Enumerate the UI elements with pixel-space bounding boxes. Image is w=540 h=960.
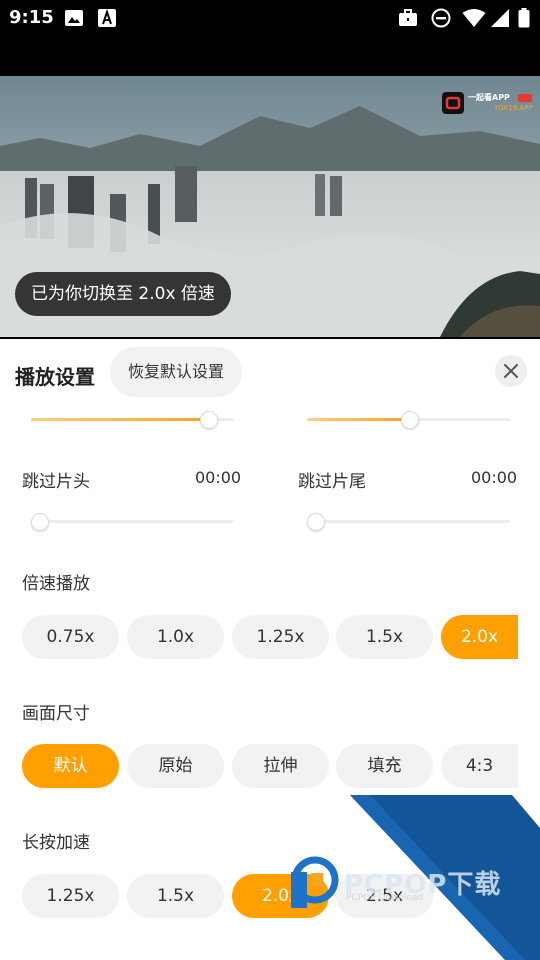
briefcase-icon: [398, 8, 418, 32]
speed-option[interactable]: 0.75x: [22, 615, 119, 659]
battery-icon: [518, 8, 530, 32]
speed-label: 倍速播放: [22, 574, 90, 594]
signal-icon: [490, 8, 510, 32]
long-press-option[interactable]: 1.25x: [22, 874, 119, 918]
picture-size-label: 画面尺寸: [22, 704, 90, 724]
speed-option[interactable]: 1.0x: [127, 615, 224, 659]
panel-title: 播放设置: [15, 365, 95, 389]
slider-thumb[interactable]: [199, 411, 218, 429]
skip-outro-value: 00:00: [471, 468, 518, 487]
status-bar: 9:15: [0, 0, 540, 36]
volume-slider[interactable]: [307, 411, 510, 429]
size-option[interactable]: 原始: [127, 744, 224, 788]
long-press-option[interactable]: 1.5x: [127, 874, 224, 918]
channel-watermark: 一起看APP YQK19.APP: [442, 92, 534, 122]
size-option[interactable]: 4:3: [441, 744, 518, 788]
skip-outro-slider[interactable]: [307, 513, 510, 531]
slider-thumb[interactable]: [307, 513, 325, 531]
speed-option[interactable]: 1.25x: [232, 615, 329, 659]
slider-thumb[interactable]: [400, 411, 419, 429]
speed-toast: 已为你切换至 2.0x 倍速: [15, 272, 231, 316]
skip-intro-label: 跳过片头: [22, 472, 90, 492]
close-icon: [504, 364, 518, 378]
reset-defaults-button[interactable]: 恢复默认设置: [110, 347, 243, 397]
long-press-option[interactable]: 2.0x: [232, 874, 329, 918]
watermark-sub: YQK19.APP: [494, 104, 533, 112]
status-time: 9:15: [9, 7, 54, 28]
do-not-disturb-icon: [431, 8, 451, 32]
speed-option[interactable]: 2.0x: [441, 615, 518, 659]
speed-option[interactable]: 1.5x: [336, 615, 433, 659]
size-option[interactable]: 默认: [22, 744, 119, 788]
video-player[interactable]: 一起看APP YQK19.APP 已为你切换至 2.0x 倍速: [0, 36, 540, 339]
skip-intro-value: 00:00: [195, 468, 242, 487]
a-letter-icon: [98, 8, 116, 32]
wifi-icon: [462, 8, 486, 32]
close-button[interactable]: [495, 355, 527, 387]
brightness-slider[interactable]: [31, 411, 234, 429]
watermark-title: 一起看APP: [468, 93, 510, 102]
skip-intro-slider[interactable]: [31, 513, 234, 531]
size-option[interactable]: 填充: [336, 744, 433, 788]
size-option[interactable]: 拉伸: [232, 744, 329, 788]
skip-outro-label: 跳过片尾: [298, 472, 366, 492]
image-icon: [64, 8, 84, 32]
long-press-label: 长按加速: [22, 833, 90, 853]
slider-thumb[interactable]: [31, 513, 49, 531]
watermark-brand-sub: PCPOP Download: [346, 893, 424, 903]
